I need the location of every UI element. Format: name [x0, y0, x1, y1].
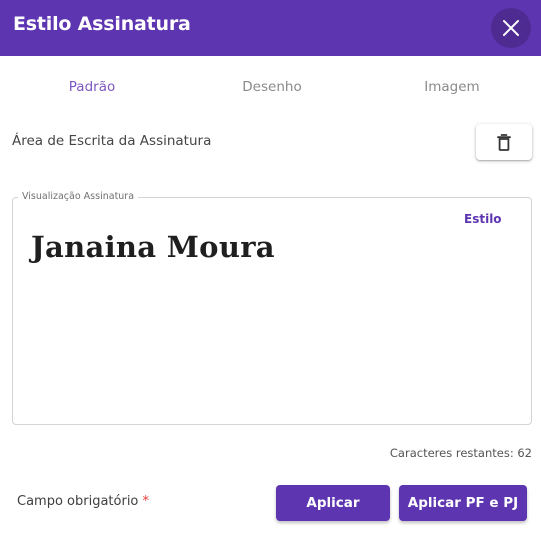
tab-bar: Padrão Desenho Imagem [0, 72, 541, 104]
close-button[interactable] [491, 8, 531, 48]
chars-remaining: Caracteres restantes: 62 [389, 446, 532, 460]
tab-padrao[interactable]: Padrão [69, 79, 115, 95]
tab-imagem[interactable]: Imagem [424, 79, 479, 95]
clear-signature-button[interactable] [476, 124, 532, 160]
signature-preview-text: Janaina Moura [31, 230, 275, 264]
dialog-header: Estilo Assinatura [0, 0, 541, 56]
apply-pf-pj-button[interactable]: Aplicar PF e PJ [399, 485, 527, 521]
apply-button[interactable]: Aplicar [276, 485, 390, 521]
required-field-note: Campo obrigatório * [17, 494, 149, 509]
writing-area-label: Área de Escrita da Assinatura [12, 133, 212, 149]
close-icon [503, 20, 519, 36]
style-link[interactable]: Estilo [464, 212, 502, 226]
trash-icon [497, 133, 511, 151]
dialog-title: Estilo Assinatura [13, 13, 191, 35]
preview-legend: Visualização Assinatura [18, 191, 139, 202]
required-label-text: Campo obrigatório [17, 494, 139, 509]
tab-desenho[interactable]: Desenho [242, 79, 301, 95]
required-asterisk: * [142, 494, 150, 509]
